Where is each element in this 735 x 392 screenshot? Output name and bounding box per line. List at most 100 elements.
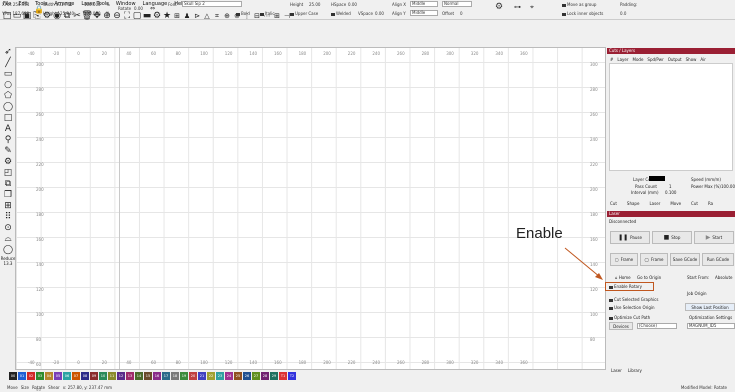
subtab-ra[interactable]: Ra bbox=[708, 201, 713, 206]
height-percent[interactable]: 100.000 bbox=[84, 11, 101, 16]
subtab-laser[interactable]: Laser bbox=[649, 201, 660, 206]
target-icon[interactable]: ⊕ bbox=[223, 12, 231, 22]
welded-check[interactable]: Welded bbox=[331, 11, 351, 16]
palette-swatch[interactable]: 17 bbox=[162, 372, 170, 380]
palette-swatch[interactable]: 19 bbox=[180, 372, 188, 380]
home-button[interactable]: ⌂ Home bbox=[615, 275, 631, 280]
tab-laser[interactable]: Laser bbox=[611, 368, 622, 373]
grid-array-icon[interactable]: ⊞ bbox=[3, 201, 13, 211]
subtab-cut[interactable]: Cut bbox=[610, 201, 617, 206]
interval-field[interactable]: 0.100 bbox=[665, 190, 676, 195]
palette-swatch[interactable]: 18 bbox=[171, 372, 179, 380]
rotate-field[interactable]: 0.00 bbox=[134, 6, 143, 11]
palette-swatch[interactable]: 21 bbox=[198, 372, 206, 380]
circle-outline-icon[interactable]: ◯ bbox=[3, 245, 13, 255]
lock-inner-check[interactable]: Lock inner objects bbox=[562, 11, 603, 16]
mirror-icon[interactable]: ⇔ bbox=[150, 5, 155, 12]
palette-swatch[interactable]: 14 bbox=[135, 372, 143, 380]
palette-swatch[interactable]: 13 bbox=[126, 372, 134, 380]
move-status[interactable]: Move bbox=[7, 385, 18, 390]
group-icon[interactable]: ⊞ bbox=[173, 12, 181, 22]
palette-swatch[interactable]: 24 bbox=[225, 372, 233, 380]
path-icon[interactable]: ⌖ bbox=[530, 3, 534, 12]
go-to-origin-button[interactable]: Go to Origin bbox=[637, 275, 661, 280]
device-select[interactable]: (Choose) bbox=[637, 323, 677, 329]
settings-gear-icon[interactable]: ⚙ bbox=[153, 12, 161, 22]
play-icon[interactable]: ⊳ bbox=[193, 12, 201, 22]
size-status[interactable]: Size bbox=[21, 385, 29, 390]
italic-check[interactable]: Italic bbox=[260, 11, 275, 16]
frame-button[interactable]: ▢ Frame bbox=[610, 253, 638, 266]
zoom-fit-icon[interactable]: ⛶ bbox=[123, 12, 131, 22]
palette-swatch[interactable]: 07 bbox=[72, 372, 80, 380]
cut-icon[interactable]: ✂ bbox=[73, 12, 81, 22]
offset-field[interactable]: 0 bbox=[460, 11, 463, 16]
zoom-out-icon[interactable]: ⊖ bbox=[113, 12, 121, 22]
palette-swatch[interactable]: 03 bbox=[36, 372, 44, 380]
text-height-field[interactable]: 25.00 bbox=[309, 2, 320, 7]
bold-check[interactable]: Bold bbox=[236, 11, 250, 16]
show-last-position-button[interactable]: Show Last Position bbox=[685, 303, 735, 311]
subtab-shape[interactable]: Shape bbox=[627, 201, 640, 206]
polygon-tool-icon[interactable]: ⬠ bbox=[3, 91, 13, 101]
palette-swatch[interactable]: 02 bbox=[27, 372, 35, 380]
palette-swatch[interactable]: 11 bbox=[108, 372, 116, 380]
rectangle-tool-icon[interactable]: ▭ bbox=[3, 69, 13, 79]
width-percent[interactable]: 100.000 bbox=[84, 2, 101, 7]
x-position[interactable]: XPos 254.954 bbox=[2, 2, 29, 7]
frame-icon[interactable]: ▢ bbox=[133, 12, 142, 22]
align-y-select[interactable]: Middle bbox=[410, 10, 438, 16]
subtab-move[interactable]: Move bbox=[670, 201, 681, 206]
enable-rotary-check[interactable]: Enable Rotary bbox=[609, 284, 642, 289]
palette-swatch[interactable]: 22 bbox=[207, 372, 215, 380]
upper-case-check[interactable]: Upper Case bbox=[290, 11, 318, 16]
palette-swatch[interactable]: 20 bbox=[189, 372, 197, 380]
optimize-cut-path-check[interactable]: Optimize Cut Path bbox=[609, 315, 650, 320]
line-tool-icon[interactable]: ╱ bbox=[3, 58, 13, 68]
subtab-cut2[interactable]: Cut bbox=[691, 201, 698, 206]
use-selection-origin-check[interactable]: Use Selection Origin bbox=[609, 305, 655, 310]
measure-icon[interactable]: ⌓ bbox=[3, 234, 13, 244]
palette-swatch[interactable]: 09 bbox=[90, 372, 98, 380]
normal-select[interactable]: Normal bbox=[442, 1, 472, 7]
palette-swatch[interactable]: 12 bbox=[117, 372, 125, 380]
position-tool-icon[interactable]: ⚲ bbox=[3, 135, 13, 145]
user-icon[interactable]: ♟ bbox=[183, 12, 191, 22]
triangle-icon[interactable]: △ bbox=[203, 12, 211, 22]
rotary-icon[interactable]: ⊙ bbox=[3, 223, 13, 233]
drawing-canvas[interactable]: -40 -20 0 20 40 60 80 100 120 140 160 180 200 220 240 2… bbox=[15, 47, 606, 392]
power-max-field[interactable]: 100.00 bbox=[721, 184, 735, 189]
height-field[interactable]: Height 125.340 bbox=[43, 11, 74, 16]
palette-swatch[interactable]: 08 bbox=[81, 372, 89, 380]
palette-swatch[interactable]: 15 bbox=[144, 372, 152, 380]
tab-library[interactable]: Library bbox=[628, 368, 642, 373]
offset-tool-icon[interactable]: ◰ bbox=[3, 168, 13, 178]
padding-field[interactable]: 0.0 bbox=[620, 11, 626, 16]
vspace-field[interactable]: 0.00 bbox=[375, 11, 384, 16]
start-from-select[interactable]: Absolute bbox=[715, 275, 732, 280]
align-x-select[interactable]: Middle bbox=[410, 1, 438, 7]
device-name-select[interactable]: MAGNUM_ID5 bbox=[687, 323, 735, 329]
palette-swatch[interactable]: 27 bbox=[252, 372, 260, 380]
palette-swatch[interactable]: 01 bbox=[18, 372, 26, 380]
stop-button[interactable]: ■ Stop bbox=[652, 231, 692, 244]
copy-tool-icon[interactable]: ⧉ bbox=[3, 179, 13, 189]
connect-icon[interactable]: ⚙ bbox=[495, 2, 503, 12]
node-icon[interactable]: ⊶ bbox=[514, 3, 521, 11]
star-icon[interactable]: ★ bbox=[163, 12, 171, 22]
optimization-settings-button[interactable]: Optimization Settings bbox=[689, 315, 732, 320]
pen-tool-icon[interactable]: ✎ bbox=[3, 146, 13, 156]
cut-selected-check[interactable]: Cut Selected Graphics bbox=[609, 297, 658, 302]
palette-swatch[interactable]: 26 bbox=[243, 372, 251, 380]
save-gcode-button[interactable]: Save GCode bbox=[670, 253, 700, 266]
gear-tool-icon[interactable]: ⚙ bbox=[3, 157, 13, 167]
y-position[interactable]: YPos 187.688 bbox=[2, 11, 29, 16]
pause-button[interactable]: ❚❚ Pause bbox=[610, 231, 650, 244]
pass-count-field[interactable]: 1 bbox=[669, 184, 672, 189]
devices-button[interactable]: Devices bbox=[609, 322, 633, 330]
palette-swatch[interactable]: 05 bbox=[54, 372, 62, 380]
shear-status[interactable]: Shear bbox=[48, 385, 60, 390]
palette-swatch[interactable]: T2 bbox=[288, 372, 296, 380]
palette-swatch[interactable]: 10 bbox=[99, 372, 107, 380]
monitor-icon[interactable]: ▬ bbox=[143, 12, 152, 22]
